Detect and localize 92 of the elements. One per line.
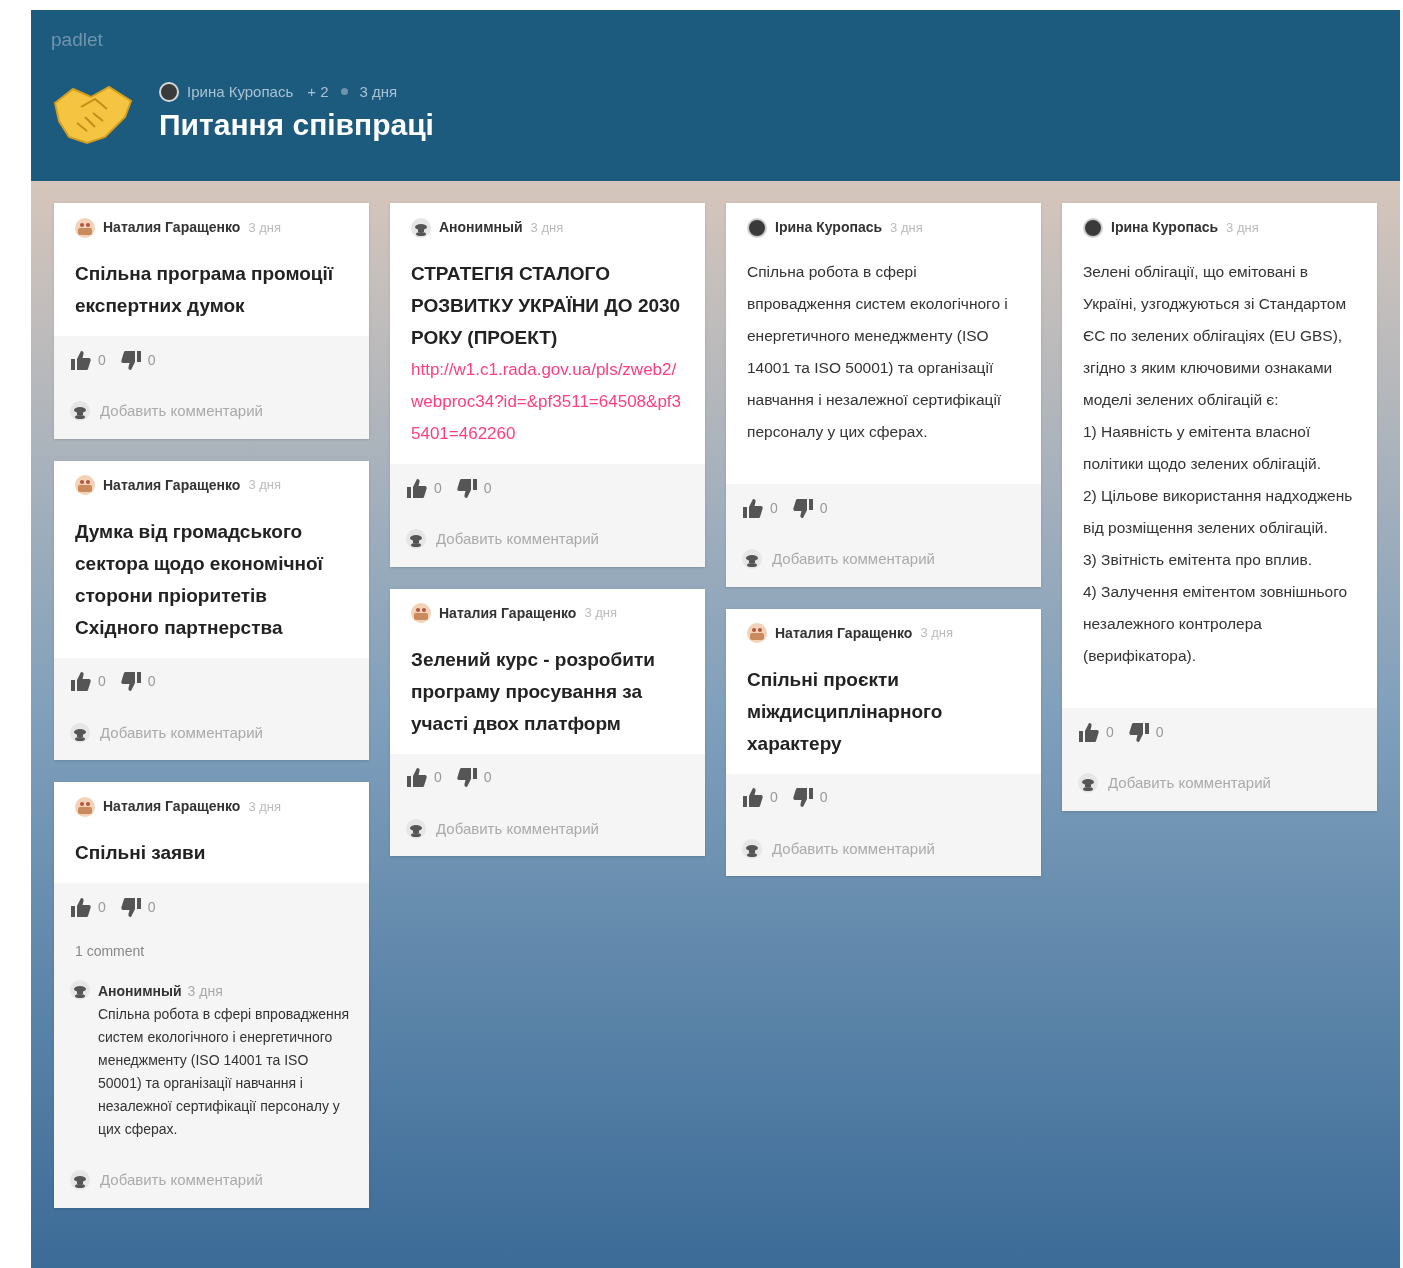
dislike-count: 0: [1155, 722, 1164, 742]
author-name: Анонимный: [439, 218, 523, 237]
like-count: 0: [98, 672, 106, 691]
thumbs-down-icon: [1127, 721, 1150, 743]
anonymous-avatar-icon: [406, 529, 426, 550]
thumbs-down-icon: [791, 787, 814, 808]
thumbs-up-icon: [70, 671, 92, 692]
avatar-photo: [159, 81, 179, 102]
add-comment-field[interactable]: Добавить комментарий: [100, 1169, 263, 1192]
thumbs-down-icon: [791, 497, 814, 519]
add-comment-field[interactable]: Добавить комментарий: [436, 528, 599, 551]
author-name: Ірина Куропась: [1111, 218, 1219, 237]
add-comment-field[interactable]: Добавить комментарий: [772, 548, 935, 571]
like-count: 0: [98, 897, 106, 917]
post-text: Зелені облігації, що емітовані в Україні, узгоджуються зі Стандартом ЄС по зелених облігаціях (EU GBS), згідно з яким ключовими ознаками моделі зелених облігацій є: 1) Наявність у емітента власної політики щодо зелених облігацій. 2) Цільове використання надходжень від розміщення зелених облігацій. 3) Звітність емітента про вплив. 4) Залучення емітентом зовнішнього незалежного контролера (верифікатора).: [1083, 262, 1354, 666]
avatar-drawing-icon: [411, 603, 431, 623]
thumbs-down-icon: [119, 349, 142, 371]
comment-text: Спільна робота в сфері впровадження систем екологічного і енергетичного менеджменту (ISO 14001 та ISO 50001) та організації навчання і незалежної сертифікації персоналу у цих сферах.: [98, 1005, 351, 1139]
add-comment-field[interactable]: Добавить комментарий: [1108, 772, 1271, 795]
avatar-drawing-icon: [747, 623, 767, 643]
dislike-count: 0: [819, 788, 828, 807]
like-count: 0: [434, 768, 442, 787]
post-title: Спільна програма промоції експертних думок: [75, 262, 335, 318]
thumbs-down-icon: [119, 896, 142, 918]
thumbs-down-icon: [455, 477, 478, 499]
dislike-count: 0: [147, 350, 156, 370]
logo-text[interactable]: padlet: [51, 26, 103, 55]
like-count: 0: [770, 788, 778, 807]
post-time: 3 дня: [1226, 218, 1259, 237]
avatar-drawing-icon: [75, 796, 95, 817]
add-comment-field[interactable]: Добавить комментарий: [100, 400, 263, 423]
author-name: Наталия Гаращенко: [775, 623, 913, 643]
author-name: Наталия Гаращенко: [103, 218, 241, 237]
dislike-count: 0: [147, 897, 156, 917]
thumbs-up-icon: [742, 497, 764, 519]
thumbs-up-icon: [742, 787, 764, 808]
contributor-count: + 2: [307, 81, 329, 102]
author-name: Анонимный: [98, 982, 182, 1001]
board-title: Питання співпраці: [159, 107, 434, 143]
comment-time: 3 дня: [187, 982, 223, 1001]
anonymous-avatar-icon: [70, 1170, 90, 1191]
author-name: Ірина Куропась: [775, 218, 883, 237]
anonymous-avatar-icon: [70, 401, 90, 422]
anonymous-avatar-icon: [406, 818, 426, 839]
post-title: СТРАТЕГІЯ СТАЛОГО РОЗВИТКУ УКРАЇНИ ДО 2030 РОКУ (ПРОЕКТ): [411, 262, 682, 350]
author-name: Ірина Куропась: [187, 81, 294, 102]
comment-count: 1 comment: [75, 942, 146, 961]
dislike-count: 0: [819, 498, 828, 518]
thumbs-up-icon: [1078, 721, 1100, 743]
anonymous-avatar-icon: [411, 217, 431, 238]
dislike-count: 0: [147, 672, 156, 691]
post-title: Думка від громадського сектора щодо економічної сторони пріоритетів Східного партнерства: [75, 519, 325, 640]
board-time: 3 дня: [359, 81, 398, 102]
author-name: Наталия Гаращенко: [439, 603, 577, 623]
post-text: Спільна робота в сфері впровадження систем екологічного і енергетичного менеджменту (ISO 14001 та ISO 50001) та організації навчання і незалежної сертифікації персоналу у цих сферах.: [747, 262, 1009, 442]
author-name: Наталия Гаращенко: [103, 475, 241, 495]
dislike-count: 0: [483, 478, 492, 498]
anonymous-avatar-icon: [1078, 773, 1098, 794]
dislike-count: 0: [483, 768, 492, 787]
post-link[interactable]: http://w1.c1.rada.gov.ua/pls/zweb2/webproc34?id=&pf3511=64508&pf35401=462260: [411, 354, 684, 450]
post-title: Спільні проєкти міждисциплінарного характеру: [747, 667, 944, 756]
thumbs-up-icon: [70, 896, 92, 918]
post-time: 3 дня: [248, 218, 282, 237]
anonymous-avatar-icon: [70, 980, 90, 1000]
add-comment-field[interactable]: Добавить комментарий: [100, 721, 263, 744]
post-time: 3 дня: [248, 476, 282, 495]
post-time: 3 дня: [248, 797, 282, 816]
like-count: 0: [1106, 722, 1114, 742]
avatar-drawing-icon: [75, 475, 95, 495]
avatar-photo: [747, 217, 767, 238]
post-time: 3 дня: [530, 218, 564, 237]
post-title: Зелений курс - розробити програму просування за участі двох платформ: [411, 647, 656, 736]
like-count: 0: [770, 498, 778, 518]
anonymous-avatar-icon: [742, 549, 762, 570]
avatar-drawing-icon: [75, 217, 95, 238]
author-name: Наталия Гаращенко: [103, 797, 241, 816]
avatar-photo: [1083, 217, 1103, 238]
add-comment-field[interactable]: Добавить комментарий: [436, 817, 599, 840]
post-time: 3 дня: [584, 604, 618, 623]
like-count: 0: [98, 350, 106, 370]
like-count: 0: [434, 478, 442, 498]
thumbs-down-icon: [119, 671, 142, 692]
post-time: 3 дня: [920, 624, 954, 643]
thumbs-up-icon: [406, 477, 428, 499]
add-comment-field[interactable]: Добавить комментарий: [772, 837, 935, 860]
anonymous-avatar-icon: [70, 722, 90, 743]
thumbs-down-icon: [455, 767, 478, 788]
post-title: Спільні заяви: [75, 841, 207, 865]
post-time: 3 дня: [890, 218, 923, 237]
thumbs-up-icon: [406, 767, 428, 788]
anonymous-avatar-icon: [742, 838, 762, 859]
thumbs-up-icon: [70, 349, 92, 371]
